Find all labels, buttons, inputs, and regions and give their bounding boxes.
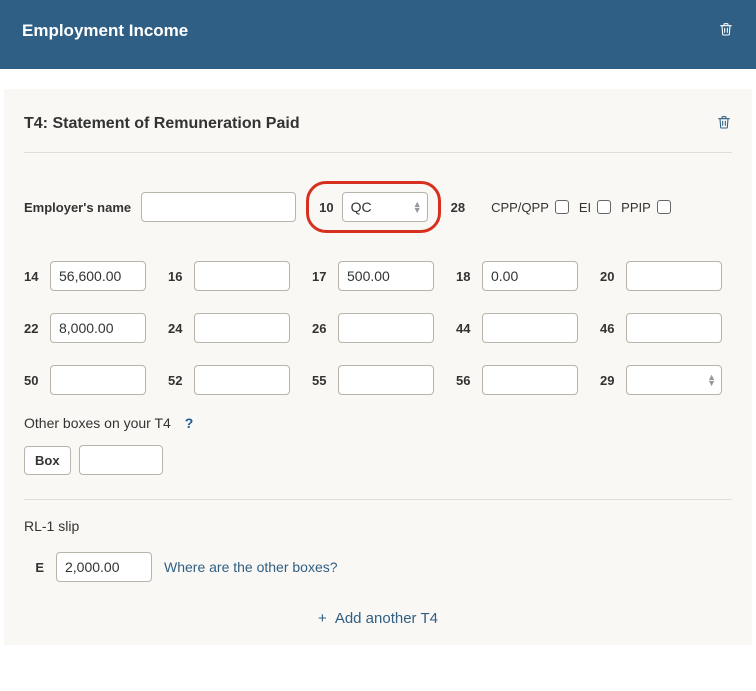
- box-46-label: 46: [600, 321, 618, 336]
- rl1-label: RL-1 slip: [24, 518, 732, 534]
- box-24-label: 24: [168, 321, 186, 336]
- ei-label: EI: [579, 200, 591, 215]
- box-22-label: 22: [24, 321, 42, 336]
- box-18-label: 18: [456, 269, 474, 284]
- rl1-other-boxes-link[interactable]: Where are the other boxes?: [164, 559, 338, 575]
- box-10-select-wrap: ▲▼: [342, 192, 428, 222]
- page-header: Employment Income: [0, 0, 756, 69]
- add-t4-label: Add another T4: [335, 610, 438, 627]
- box-24-cell: 24: [168, 313, 300, 343]
- box-56-label: 56: [456, 373, 474, 388]
- box-22-cell: 22: [24, 313, 156, 343]
- box-18-input[interactable]: [482, 261, 578, 291]
- panel-title: T4: Statement of Remuneration Paid: [24, 115, 300, 133]
- box-29-select[interactable]: [626, 365, 722, 395]
- box-44-label: 44: [456, 321, 474, 336]
- box-20-input[interactable]: [626, 261, 722, 291]
- box-46-cell: 46: [600, 313, 732, 343]
- box-grid: 14 16 17 18 20 22 24 26 44 46 50 52 55 56 29 ▲▼: [24, 261, 732, 395]
- box-17-cell: 17: [312, 261, 444, 291]
- box-28-label: 28: [451, 200, 465, 215]
- box-20-label: 20: [600, 269, 618, 284]
- employer-name-label: Employer's name: [24, 200, 131, 215]
- box-17-input[interactable]: [338, 261, 434, 291]
- box-50-label: 50: [24, 373, 42, 388]
- box-18-cell: 18: [456, 261, 588, 291]
- box-29-cell: 29 ▲▼: [600, 365, 732, 395]
- box-14-input[interactable]: [50, 261, 146, 291]
- delete-page-icon[interactable]: [718, 20, 734, 41]
- rl1-box-e-label: E: [24, 560, 44, 575]
- box-22-input[interactable]: [50, 313, 146, 343]
- box-10-province-select[interactable]: [342, 192, 428, 222]
- box-26-input[interactable]: [338, 313, 434, 343]
- box-52-input[interactable]: [194, 365, 290, 395]
- ei-group: EI: [579, 200, 611, 215]
- separator: [24, 152, 732, 153]
- box-55-cell: 55: [312, 365, 444, 395]
- other-box-code-button[interactable]: Box: [24, 446, 71, 475]
- help-icon[interactable]: ?: [185, 415, 194, 431]
- other-boxes-label: Other boxes on your T4: [24, 415, 171, 431]
- box-50-cell: 50: [24, 365, 156, 395]
- add-t4-row[interactable]: + Add another T4: [24, 610, 732, 627]
- box-46-input[interactable]: [626, 313, 722, 343]
- box-10-label: 10: [319, 200, 333, 215]
- box-55-input[interactable]: [338, 365, 434, 395]
- employer-name-input[interactable]: [141, 192, 296, 222]
- panel-header: T4: Statement of Remuneration Paid: [24, 113, 732, 134]
- separator-2: [24, 499, 732, 500]
- box-52-cell: 52: [168, 365, 300, 395]
- box-24-input[interactable]: [194, 313, 290, 343]
- rl1-row: E Where are the other boxes?: [24, 552, 732, 582]
- box-56-cell: 56: [456, 365, 588, 395]
- box-16-cell: 16: [168, 261, 300, 291]
- ppip-label: PPIP: [621, 200, 651, 215]
- box-56-input[interactable]: [482, 365, 578, 395]
- ppip-group: PPIP: [621, 200, 671, 215]
- box-20-cell: 20: [600, 261, 732, 291]
- box-16-label: 16: [168, 269, 186, 284]
- box-29-select-wrap: ▲▼: [626, 365, 722, 395]
- box-29-label: 29: [600, 373, 618, 388]
- box-14-cell: 14: [24, 261, 156, 291]
- box-26-label: 26: [312, 321, 330, 336]
- box-50-input[interactable]: [50, 365, 146, 395]
- box-17-label: 17: [312, 269, 330, 284]
- ei-checkbox[interactable]: [597, 200, 611, 214]
- box-44-input[interactable]: [482, 313, 578, 343]
- rl1-box-e-input[interactable]: [56, 552, 152, 582]
- employer-row: Employer's name 10 ▲▼ 28 CPP/QPP EI PPIP: [24, 181, 732, 233]
- other-boxes-row: Other boxes on your T4 ?: [24, 415, 732, 431]
- plus-icon: +: [318, 610, 327, 627]
- box-10-highlight: 10 ▲▼: [306, 181, 440, 233]
- t4-panel: T4: Statement of Remuneration Paid Emplo…: [4, 89, 752, 645]
- page-title: Employment Income: [22, 21, 188, 41]
- box-55-label: 55: [312, 373, 330, 388]
- box-26-cell: 26: [312, 313, 444, 343]
- cpp-qpp-label: CPP/QPP: [491, 200, 549, 215]
- cpp-qpp-checkbox[interactable]: [555, 200, 569, 214]
- cpp-qpp-group: CPP/QPP: [491, 200, 569, 215]
- delete-t4-icon[interactable]: [716, 113, 732, 134]
- box-16-input[interactable]: [194, 261, 290, 291]
- box-14-label: 14: [24, 269, 42, 284]
- box-44-cell: 44: [456, 313, 588, 343]
- ppip-checkbox[interactable]: [657, 200, 671, 214]
- box-52-label: 52: [168, 373, 186, 388]
- other-box-value-input[interactable]: [79, 445, 163, 475]
- other-box-pair: Box: [24, 445, 163, 475]
